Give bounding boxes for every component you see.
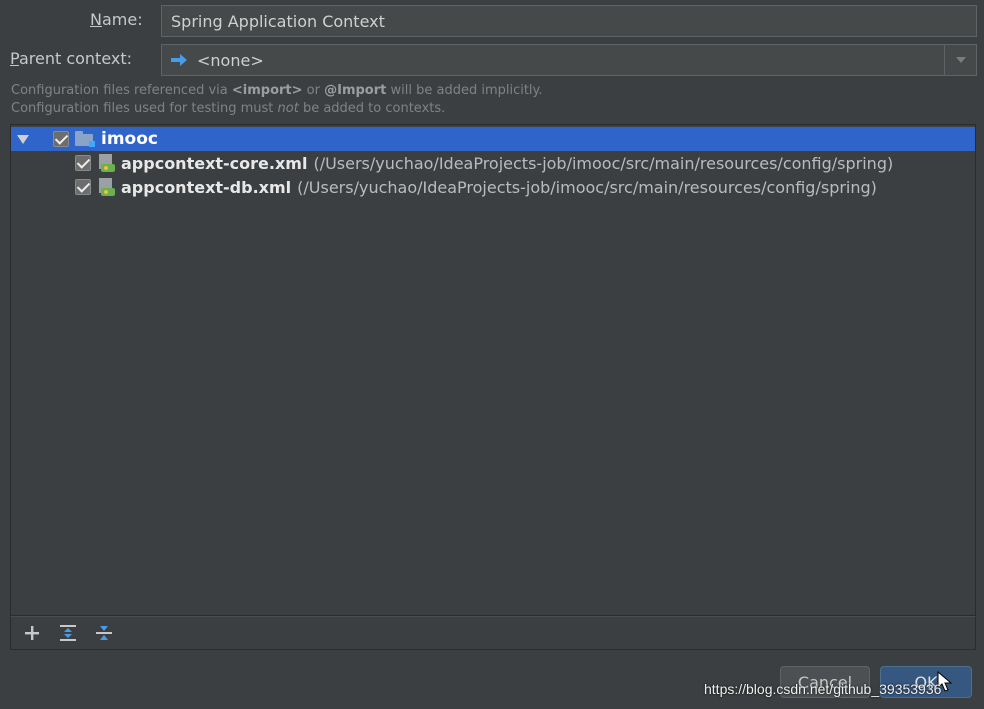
- tree-toolbar: [10, 616, 976, 650]
- tree-file-row[interactable]: appcontext-db.xml (/Users/yuchao/IdeaPro…: [75, 175, 877, 199]
- expand-all-button[interactable]: [53, 621, 83, 645]
- parent-context-label: Parent context:: [10, 49, 133, 68]
- hint-testing: Configuration files used for testing mus…: [11, 101, 446, 116]
- add-button[interactable]: [17, 621, 47, 645]
- spring-xml-icon: [97, 177, 117, 197]
- file-name: appcontext-core.xml: [121, 153, 308, 173]
- arrow-right-icon: [171, 54, 187, 66]
- file-name: appcontext-db.xml: [121, 177, 292, 197]
- combobox-dropdown-button[interactable]: [944, 45, 976, 75]
- expand-triangle-icon[interactable]: [17, 134, 29, 144]
- tree-file-row[interactable]: appcontext-core.xml (/Users/yuchao/IdeaP…: [75, 151, 893, 175]
- name-field-value: Spring Application Context: [171, 11, 385, 31]
- plus-icon: [25, 626, 39, 640]
- file-checkbox[interactable]: [75, 155, 91, 171]
- hint-imports: Configuration files referenced via <impo…: [11, 83, 543, 98]
- parent-context-value: <none>: [197, 50, 264, 70]
- spring-xml-icon: [97, 153, 117, 173]
- name-field[interactable]: Spring Application Context: [161, 5, 977, 37]
- collapse-all-button[interactable]: [89, 621, 119, 645]
- root-checkbox[interactable]: [53, 131, 69, 147]
- parent-context-combobox[interactable]: <none>: [161, 44, 977, 76]
- file-path: (/Users/yuchao/IdeaProjects-job/imooc/sr…: [313, 153, 894, 173]
- config-files-tree[interactable]: imooc appcontext-core.xml (/Users/yuchao…: [10, 124, 976, 616]
- collapse-all-icon: [96, 626, 112, 640]
- file-checkbox[interactable]: [75, 179, 91, 195]
- watermark: https://blog.csdn.net/github_39353936: [704, 681, 942, 697]
- chevron-down-icon: [955, 57, 966, 63]
- file-path: (/Users/yuchao/IdeaProjects-job/imooc/sr…: [297, 177, 877, 197]
- module-folder-icon: [75, 131, 95, 147]
- tree-root-row[interactable]: imooc: [11, 127, 975, 151]
- expand-all-icon: [60, 625, 76, 641]
- name-label: Name:: [90, 10, 143, 29]
- root-label: imooc: [101, 129, 158, 149]
